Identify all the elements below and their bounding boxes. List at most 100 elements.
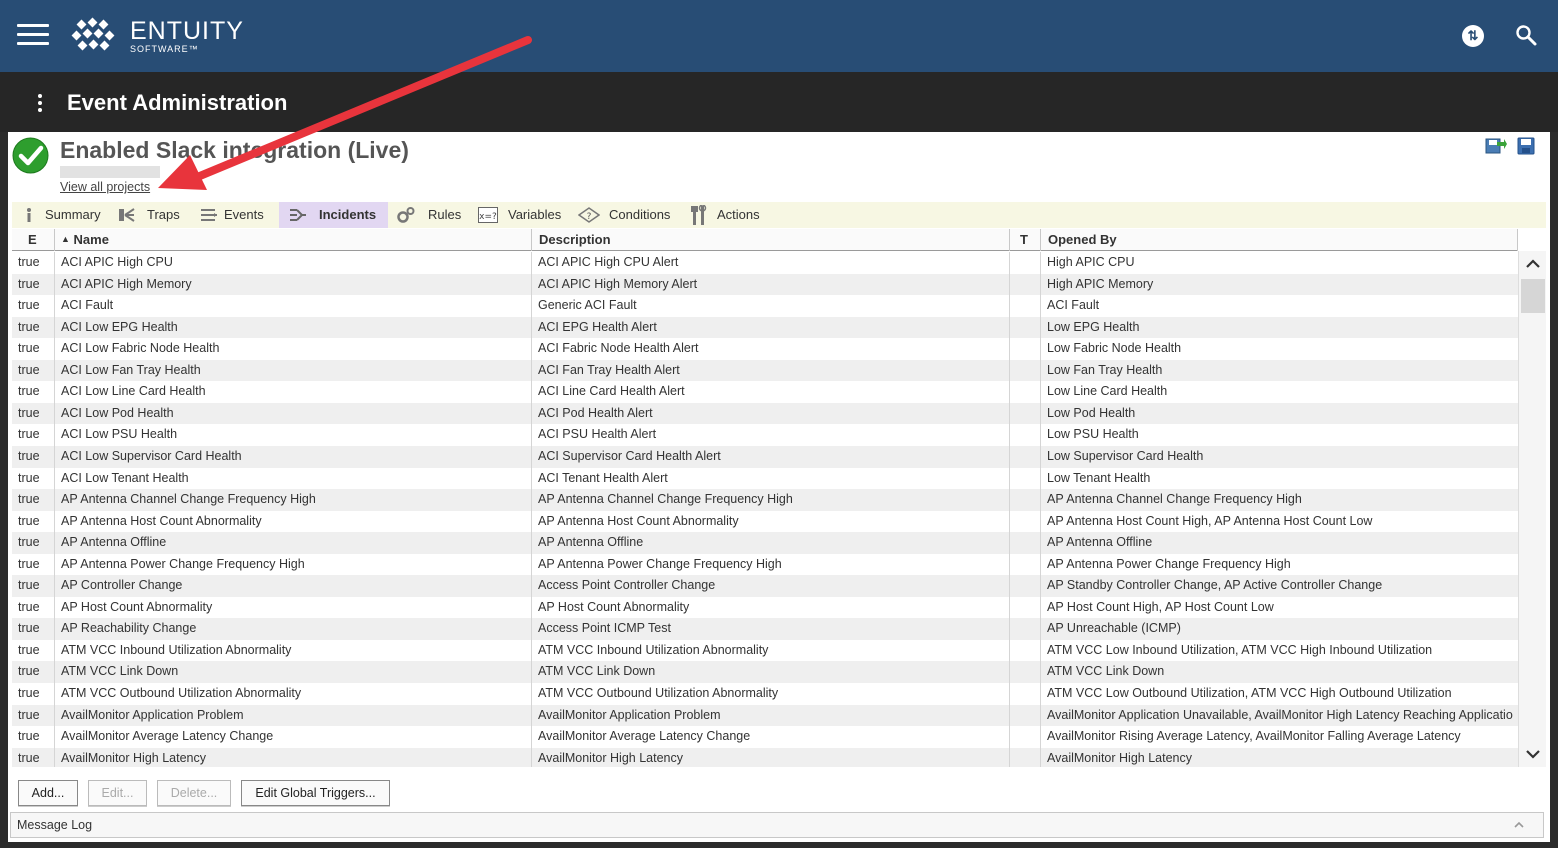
table-row[interactable]: true AvailMonitor Average Latency Change A… bbox=[12, 726, 1518, 748]
opened-by-cell: High APIC Memory bbox=[1047, 276, 1154, 291]
type-cell bbox=[1010, 252, 1041, 274]
enabled-cell: true bbox=[12, 661, 55, 684]
tab-summary[interactable]: Summary bbox=[20, 202, 120, 228]
tab-events[interactable]: Events bbox=[200, 202, 278, 228]
column-header-opened-by[interactable]: Opened By bbox=[1041, 229, 1518, 251]
description-cell: Generic ACI Fault bbox=[532, 295, 1010, 317]
opened-by-cell: Low Fabric Node Health bbox=[1047, 341, 1182, 356]
chevron-down-icon[interactable] bbox=[1519, 743, 1547, 765]
name-cell: ACI Fault bbox=[55, 295, 532, 317]
table-row[interactable]: true ATM VCC Inbound Utilization Abnormal… bbox=[12, 639, 1518, 662]
table-row[interactable]: true ACI Low EPG Health ACI EPG Health Ale… bbox=[12, 316, 1518, 339]
enabled-cell: true bbox=[12, 618, 55, 640]
enabled-cell: true bbox=[12, 295, 55, 317]
name-cell: AP Antenna Channel Change Frequency High bbox=[55, 489, 532, 511]
type-cell bbox=[1010, 467, 1041, 490]
table-row[interactable]: true ACI Fault Generic ACI Fault ACI Fault bbox=[12, 295, 1518, 317]
table-row[interactable]: true AvailMonitor High Latency AvailMonito… bbox=[12, 747, 1518, 767]
name-cell: AvailMonitor Application Problem bbox=[55, 704, 532, 727]
type-cell bbox=[1010, 575, 1041, 597]
search-icon[interactable] bbox=[1514, 23, 1538, 47]
table-row[interactable]: true ATM VCC Link Down ATM VCC Link Down AT… bbox=[12, 661, 1518, 684]
tab-label: Events bbox=[224, 207, 264, 222]
enabled-cell: true bbox=[12, 489, 55, 511]
enabled-cell: true bbox=[12, 338, 55, 360]
table-header: E ▲ Name Description T Opened By bbox=[12, 229, 1518, 251]
tab-label: Traps bbox=[147, 207, 180, 222]
table-row[interactable]: true AP Antenna Offline AP Antenna Offline… bbox=[12, 532, 1518, 554]
description-cell: ATM VCC Link Down bbox=[532, 661, 1010, 684]
description-cell: ACI Pod Health Alert bbox=[532, 402, 1010, 425]
delete-button[interactable]: Delete... bbox=[157, 780, 231, 806]
table-row[interactable]: true AP Antenna Power Change Frequency Hi… bbox=[12, 553, 1518, 576]
name-cell: ATM VCC Inbound Utilization Abnormality bbox=[55, 639, 532, 662]
type-cell bbox=[1010, 402, 1041, 425]
name-cell: AvailMonitor Average Latency Change bbox=[55, 726, 532, 748]
save-icon[interactable] bbox=[1517, 137, 1535, 155]
table-row[interactable]: true ACI APIC High CPU ACI APIC High CPU A… bbox=[12, 252, 1518, 274]
table-row[interactable]: true AP Reachability Change Access Point I… bbox=[12, 618, 1518, 640]
tab-label: Actions bbox=[717, 207, 760, 222]
edit-global-triggers-button[interactable]: Edit Global Triggers... bbox=[241, 780, 390, 806]
incidents-table: E ▲ Name Description T Opened By true ACI… bbox=[12, 229, 1518, 767]
enabled-cell: true bbox=[12, 402, 55, 425]
opened-by-cell: AvailMonitor Rising Average Latency, Ava… bbox=[1047, 729, 1461, 744]
column-header-name[interactable]: ▲ Name bbox=[55, 229, 532, 251]
enabled-cell: true bbox=[12, 381, 55, 403]
table-row[interactable]: true ATM VCC Outbound Utilization Abnorma… bbox=[12, 683, 1518, 705]
table-row[interactable]: true AP Host Count Abnormality AP Host Cou… bbox=[12, 596, 1518, 619]
tab-variables[interactable]: x=? Variables bbox=[478, 202, 570, 228]
name-cell: ACI Low Line Card Health bbox=[55, 381, 532, 403]
variables-icon: x=? bbox=[478, 207, 498, 223]
scrollbar-thumb[interactable] bbox=[1521, 279, 1545, 313]
kebab-menu-icon[interactable] bbox=[36, 94, 44, 114]
tab-conditions[interactable]: ? Conditions bbox=[578, 202, 678, 228]
table-row[interactable]: true ACI Low Supervisor Card Health ACI Su… bbox=[12, 445, 1518, 468]
table-row[interactable]: true ACI Low Pod Health ACI Pod Health Ale… bbox=[12, 402, 1518, 425]
table-row[interactable]: true ACI Low Line Card Health ACI Line Car… bbox=[12, 381, 1518, 403]
column-header-t[interactable]: T bbox=[1010, 229, 1041, 251]
table-row[interactable]: true AP Antenna Channel Change Frequency … bbox=[12, 489, 1518, 511]
table-row[interactable]: true ACI Low PSU Health ACI PSU Health Ale… bbox=[12, 424, 1518, 446]
column-label: E bbox=[28, 232, 37, 247]
table-row[interactable]: true AP Controller Change Access Point Con… bbox=[12, 575, 1518, 597]
table-row[interactable]: true ACI Low Fan Tray Health ACI Fan Tray … bbox=[12, 359, 1518, 382]
table-row[interactable]: true AvailMonitor Application Problem Avai… bbox=[12, 704, 1518, 727]
vertical-scrollbar[interactable] bbox=[1518, 251, 1546, 767]
description-cell: AvailMonitor Average Latency Change bbox=[532, 726, 1010, 748]
message-log-bar[interactable]: Message Log bbox=[10, 812, 1544, 838]
hamburger-icon[interactable] bbox=[17, 24, 49, 46]
name-cell: ACI Low EPG Health bbox=[55, 316, 532, 339]
edit-button[interactable]: Edit... bbox=[88, 780, 147, 806]
entuity-logo-icon bbox=[71, 17, 115, 51]
description-cell: ACI APIC High Memory Alert bbox=[532, 273, 1010, 296]
page-title: Event Administration bbox=[67, 90, 288, 115]
type-cell bbox=[1010, 618, 1041, 640]
table-row[interactable]: true ACI Low Fabric Node Health ACI Fabric… bbox=[12, 338, 1518, 360]
enabled-cell: true bbox=[12, 510, 55, 533]
tab-actions[interactable]: Actions bbox=[690, 202, 770, 228]
chevron-up-icon[interactable] bbox=[1507, 816, 1531, 834]
opened-by-cell: Low EPG Health bbox=[1047, 319, 1140, 334]
column-header-description[interactable]: Description bbox=[532, 229, 1010, 251]
tab-traps[interactable]: Traps bbox=[118, 202, 198, 228]
column-header-e[interactable]: E bbox=[12, 229, 55, 251]
tab-label: Rules bbox=[428, 207, 462, 222]
sync-icon[interactable]: ⇅ bbox=[1462, 25, 1484, 47]
tab-rules[interactable]: Rules bbox=[397, 202, 467, 228]
table-row[interactable]: true ACI Low Tenant Health ACI Tenant Heal… bbox=[12, 467, 1518, 490]
description-cell: ACI Fan Tray Health Alert bbox=[532, 359, 1010, 382]
add-button[interactable]: Add... bbox=[18, 780, 78, 806]
export-icon[interactable] bbox=[1485, 136, 1507, 154]
table-row[interactable]: true ACI APIC High Memory ACI APIC High Me… bbox=[12, 273, 1518, 296]
table-row[interactable]: true AP Antenna Host Count Abnormality AP … bbox=[12, 510, 1518, 533]
tab-incidents[interactable]: Incidents bbox=[279, 202, 388, 228]
description-cell: AvailMonitor High Latency bbox=[532, 747, 1010, 767]
enabled-cell: true bbox=[12, 273, 55, 296]
view-all-projects-link[interactable]: View all projects bbox=[60, 180, 150, 194]
tab-bar: Summary Traps Events Incidents Rules x=?… bbox=[12, 202, 1546, 228]
chevron-up-icon[interactable] bbox=[1519, 253, 1547, 275]
opened-by-cell: High APIC CPU bbox=[1047, 255, 1135, 269]
name-cell: ACI Low Fan Tray Health bbox=[55, 359, 532, 382]
type-cell bbox=[1010, 747, 1041, 767]
